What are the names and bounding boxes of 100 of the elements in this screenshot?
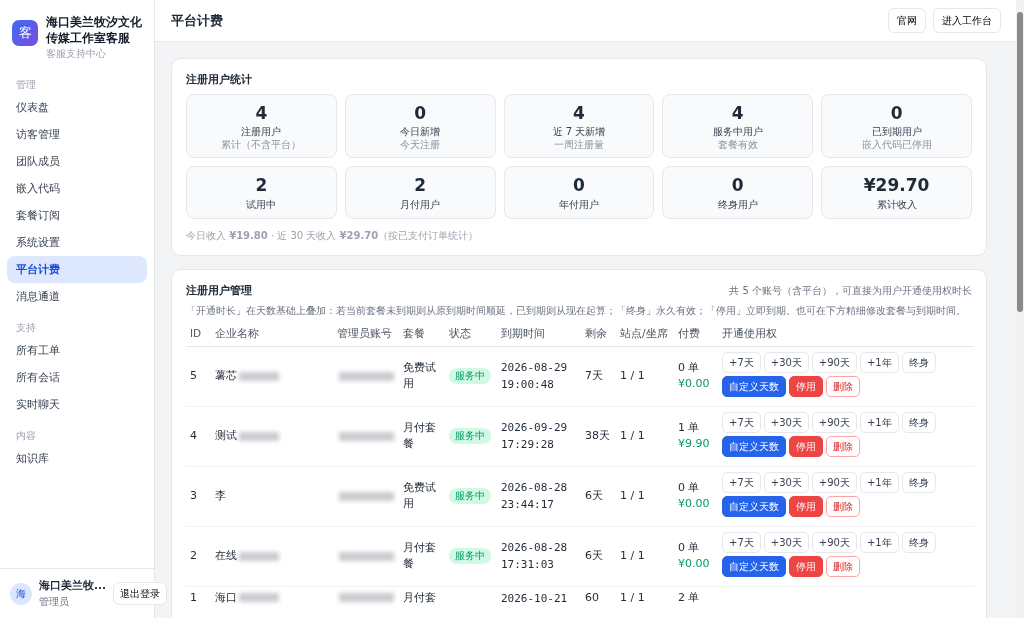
order-count: 0 单	[678, 540, 701, 557]
brand-title: 海口美兰牧汐文化传媒工作室客服	[46, 14, 143, 47]
extend-button[interactable]: +90天	[811, 412, 857, 434]
scrollbar-thumb[interactable]	[1017, 12, 1023, 312]
expiry-date: 2026-10-21	[501, 590, 569, 607]
row-id: 1	[190, 590, 197, 604]
nav-item[interactable]: 知识库	[7, 445, 147, 473]
row-id: 3	[190, 489, 197, 503]
extend-button[interactable]: +1年	[859, 532, 899, 554]
nav-item[interactable]: 嵌入代码	[7, 175, 147, 203]
extend-button[interactable]: +90天	[811, 472, 857, 494]
nav-item[interactable]: 平台计费	[7, 256, 147, 284]
extend-button[interactable]: +90天	[811, 352, 857, 374]
header-button[interactable]: 进入工作台	[933, 8, 1001, 33]
nav-item[interactable]: 所有工单	[7, 337, 147, 365]
custom-days-button[interactable]: 自定义天数	[722, 556, 786, 578]
stat-hint: 套餐有效	[716, 139, 759, 152]
nav-item[interactable]: 系统设置	[7, 229, 147, 257]
stat-value: 2	[254, 175, 269, 197]
header-button[interactable]: 官网	[888, 8, 926, 33]
extend-button[interactable]: +1年	[859, 352, 899, 374]
disable-button[interactable]: 停用	[789, 496, 823, 518]
custom-days-button[interactable]: 自定义天数	[722, 496, 786, 518]
extend-button[interactable]: +30天	[763, 472, 809, 494]
extend-button[interactable]: 终身	[901, 472, 936, 494]
stat-hint: 嵌入代码已停用	[860, 139, 933, 152]
stat-value: 4	[572, 103, 586, 125]
nav-item[interactable]: 团队成员	[7, 148, 147, 176]
paid-amount: ¥0.00	[678, 376, 711, 393]
logout-button[interactable]: 退出登录	[112, 582, 167, 606]
row-id: 2	[190, 549, 197, 563]
stat-label: 今日新增	[399, 125, 442, 139]
stat-value: 0	[413, 103, 428, 125]
page-title: 平台计费	[171, 12, 223, 29]
status-badge: 服务中	[449, 427, 491, 445]
extend-button[interactable]: 终身	[901, 532, 936, 554]
seat-count: 1 / 1	[620, 590, 645, 604]
remaining-days: 60	[585, 589, 612, 606]
extend-button[interactable]: +7天	[722, 412, 761, 434]
seat-count: 1 / 1	[620, 489, 645, 503]
stat-value: 0	[889, 103, 904, 125]
company-name: 李	[215, 489, 226, 503]
disable-button[interactable]: 停用	[789, 556, 823, 578]
nav-item[interactable]: 仪表盘	[7, 94, 147, 122]
extend-button[interactable]: +7天	[722, 532, 761, 554]
account-summary: 共 5 个账号（含平台），可直接为用户开通使用权时长	[729, 283, 972, 298]
extend-button[interactable]: +30天	[763, 352, 809, 374]
extend-button[interactable]: +1年	[859, 472, 899, 494]
nav-item[interactable]: 所有会话	[7, 364, 147, 392]
row-id: 4	[190, 429, 197, 443]
order-count: 1 单	[678, 420, 701, 437]
extend-button[interactable]: +30天	[763, 412, 809, 434]
delete-button[interactable]: 删除	[826, 496, 860, 518]
nav-item[interactable]: 实时聊天	[7, 391, 147, 419]
remaining-days: 38天	[585, 428, 612, 445]
extend-button[interactable]: +7天	[722, 472, 761, 494]
delete-button[interactable]: 删除	[826, 556, 860, 578]
nav-item[interactable]: 套餐订阅	[7, 202, 147, 230]
company-name: 薯芯	[215, 369, 237, 383]
delete-button[interactable]: 删除	[826, 376, 860, 398]
remaining-days: 6天	[585, 488, 612, 505]
stat-hint: 今天注册	[399, 139, 442, 152]
disable-button[interactable]: 停用	[789, 376, 823, 398]
seat-count: 1 / 1	[620, 429, 645, 443]
extend-button[interactable]: +90天	[811, 532, 857, 554]
extend-button[interactable]: +30天	[763, 532, 809, 554]
seat-count: 1 / 1	[620, 369, 645, 383]
expiry-date: 2026-08-28	[501, 539, 569, 556]
status-badge: 服务中	[449, 487, 491, 505]
stat-label: 终身用户	[716, 197, 759, 212]
column-header: 付费	[674, 321, 718, 347]
nav-item[interactable]: 消息通道	[7, 283, 147, 311]
order-count: 0 单	[678, 360, 701, 377]
stat-label: 服务中用户	[711, 125, 764, 140]
brand-subtitle: 客服支持中心	[46, 47, 107, 62]
remaining-days: 7天	[585, 368, 612, 385]
extend-button[interactable]: +1年	[859, 412, 899, 434]
order-count: 2 单	[678, 589, 701, 606]
nav-item[interactable]: 访客管理	[7, 121, 147, 149]
paid-amount: ¥0.00	[678, 556, 711, 573]
stat-label: 年付用户	[558, 197, 600, 212]
remaining-days: 6天	[585, 548, 612, 565]
stat-value: ¥29.70	[862, 175, 931, 197]
custom-days-button[interactable]: 自定义天数	[722, 376, 786, 398]
custom-days-button[interactable]: 自定义天数	[722, 436, 786, 458]
disable-button[interactable]: 停用	[789, 436, 823, 458]
company-name: 在线	[215, 549, 237, 563]
extend-button[interactable]: 终身	[901, 352, 936, 374]
stat-value: 4	[730, 103, 745, 125]
delete-button[interactable]: 删除	[826, 436, 860, 458]
user-avatar: 海	[10, 582, 32, 605]
stat-label: 近 7 天新增	[551, 125, 607, 139]
company-name: 海口	[215, 590, 237, 604]
paid-amount: ¥9.90	[678, 436, 711, 453]
row-id: 5	[190, 369, 197, 383]
extend-button[interactable]: 终身	[901, 412, 936, 434]
extend-button[interactable]: +7天	[722, 352, 761, 374]
stat-value: 4	[254, 103, 269, 125]
status-badge: 服务中	[449, 547, 491, 565]
plan-name: 免费试用	[403, 480, 437, 513]
